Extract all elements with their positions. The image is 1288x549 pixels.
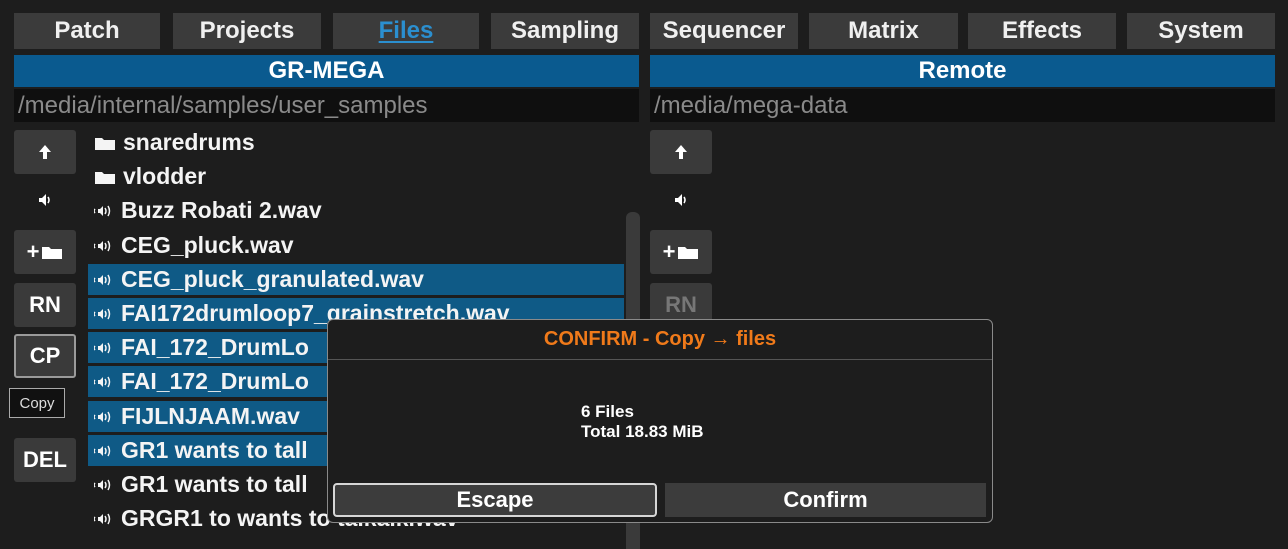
audio-file-icon (94, 340, 114, 356)
tab-sampling[interactable]: Sampling (491, 13, 639, 49)
folder-icon (42, 247, 63, 259)
audio-file-icon (94, 511, 114, 527)
arrow-up-icon (675, 145, 687, 159)
files-screen: Patch Projects Files Sampling Sequencer … (0, 0, 1288, 549)
right-pane-title: Remote (650, 55, 1275, 87)
tab-matrix[interactable]: Matrix (809, 13, 958, 49)
total-size: Total 18.83 MiB (581, 422, 704, 441)
plus-label: + (662, 239, 676, 264)
audio-file-icon (94, 238, 114, 254)
copy-button[interactable]: CP (14, 334, 76, 378)
dialog-body: 6 Files Total 18.83 MiB (581, 402, 704, 442)
folder-item[interactable]: vlodder (88, 161, 624, 192)
file-item[interactable]: Buzz Robati 2.wav (88, 195, 624, 226)
file-item[interactable]: CEG_pluck.wav (88, 230, 624, 261)
folder-item[interactable]: snaredrums (88, 127, 624, 158)
file-name: GR1 wants to tall (121, 471, 308, 497)
file-name: vlodder (123, 163, 207, 189)
left-pane-title: GR-MEGA (14, 55, 639, 87)
file-name: FIJLNJAAM.wav (121, 403, 300, 429)
confirm-button[interactable]: Confirm (665, 483, 986, 517)
tab-sequencer[interactable]: Sequencer (650, 13, 798, 49)
audio-file-icon (94, 374, 114, 390)
audio-file-icon (94, 203, 114, 219)
confirm-dialog: CONFIRM - Copy → files 6 Files Total 18.… (327, 319, 993, 523)
remote-new-folder-button[interactable]: + (650, 230, 712, 274)
preview-button[interactable] (14, 178, 76, 222)
right-pane-path: /media/mega-data (650, 89, 1275, 122)
tab-patch[interactable]: Patch (14, 13, 160, 49)
file-name: FAI_172_DrumLo (121, 334, 309, 360)
speaker-icon (675, 194, 686, 206)
tab-projects[interactable]: Projects (173, 13, 321, 49)
tab-effects[interactable]: Effects (968, 13, 1116, 49)
new-folder-button[interactable]: + (14, 230, 76, 274)
tab-system[interactable]: System (1127, 13, 1275, 49)
audio-file-icon (94, 409, 114, 425)
plus-label: + (26, 239, 40, 264)
rename-button[interactable]: RN (14, 283, 76, 327)
folder-icon (94, 135, 116, 151)
tab-files[interactable]: Files (333, 13, 479, 49)
file-item[interactable]: CEG_pluck_granulated.wav (88, 264, 624, 295)
file-name: GR1 wants to tall (121, 437, 308, 463)
file-count: 6 Files (581, 402, 634, 421)
dialog-title: CONFIRM - Copy → files (328, 320, 992, 360)
remote-up-button[interactable] (650, 130, 712, 174)
folder-icon (94, 169, 116, 185)
folder-icon (678, 247, 699, 259)
file-name: CEG_pluck.wav (121, 232, 294, 258)
audio-file-icon (94, 443, 114, 459)
copy-tooltip: Copy (9, 388, 65, 418)
delete-button[interactable]: DEL (14, 438, 76, 482)
file-name: CEG_pluck_granulated.wav (121, 266, 424, 292)
audio-file-icon (94, 272, 114, 288)
left-pane-path: /media/internal/samples/user_samples (14, 89, 639, 122)
arrow-up-icon (39, 145, 51, 159)
speaker-icon (39, 194, 50, 206)
up-button[interactable] (14, 130, 76, 174)
file-name: Buzz Robati 2.wav (121, 197, 322, 223)
file-name: snaredrums (123, 129, 255, 155)
escape-button[interactable]: Escape (333, 483, 657, 517)
audio-file-icon (94, 477, 114, 493)
file-name: FAI_172_DrumLo (121, 368, 309, 394)
audio-file-icon (94, 306, 114, 322)
remote-preview-button[interactable] (650, 178, 712, 222)
